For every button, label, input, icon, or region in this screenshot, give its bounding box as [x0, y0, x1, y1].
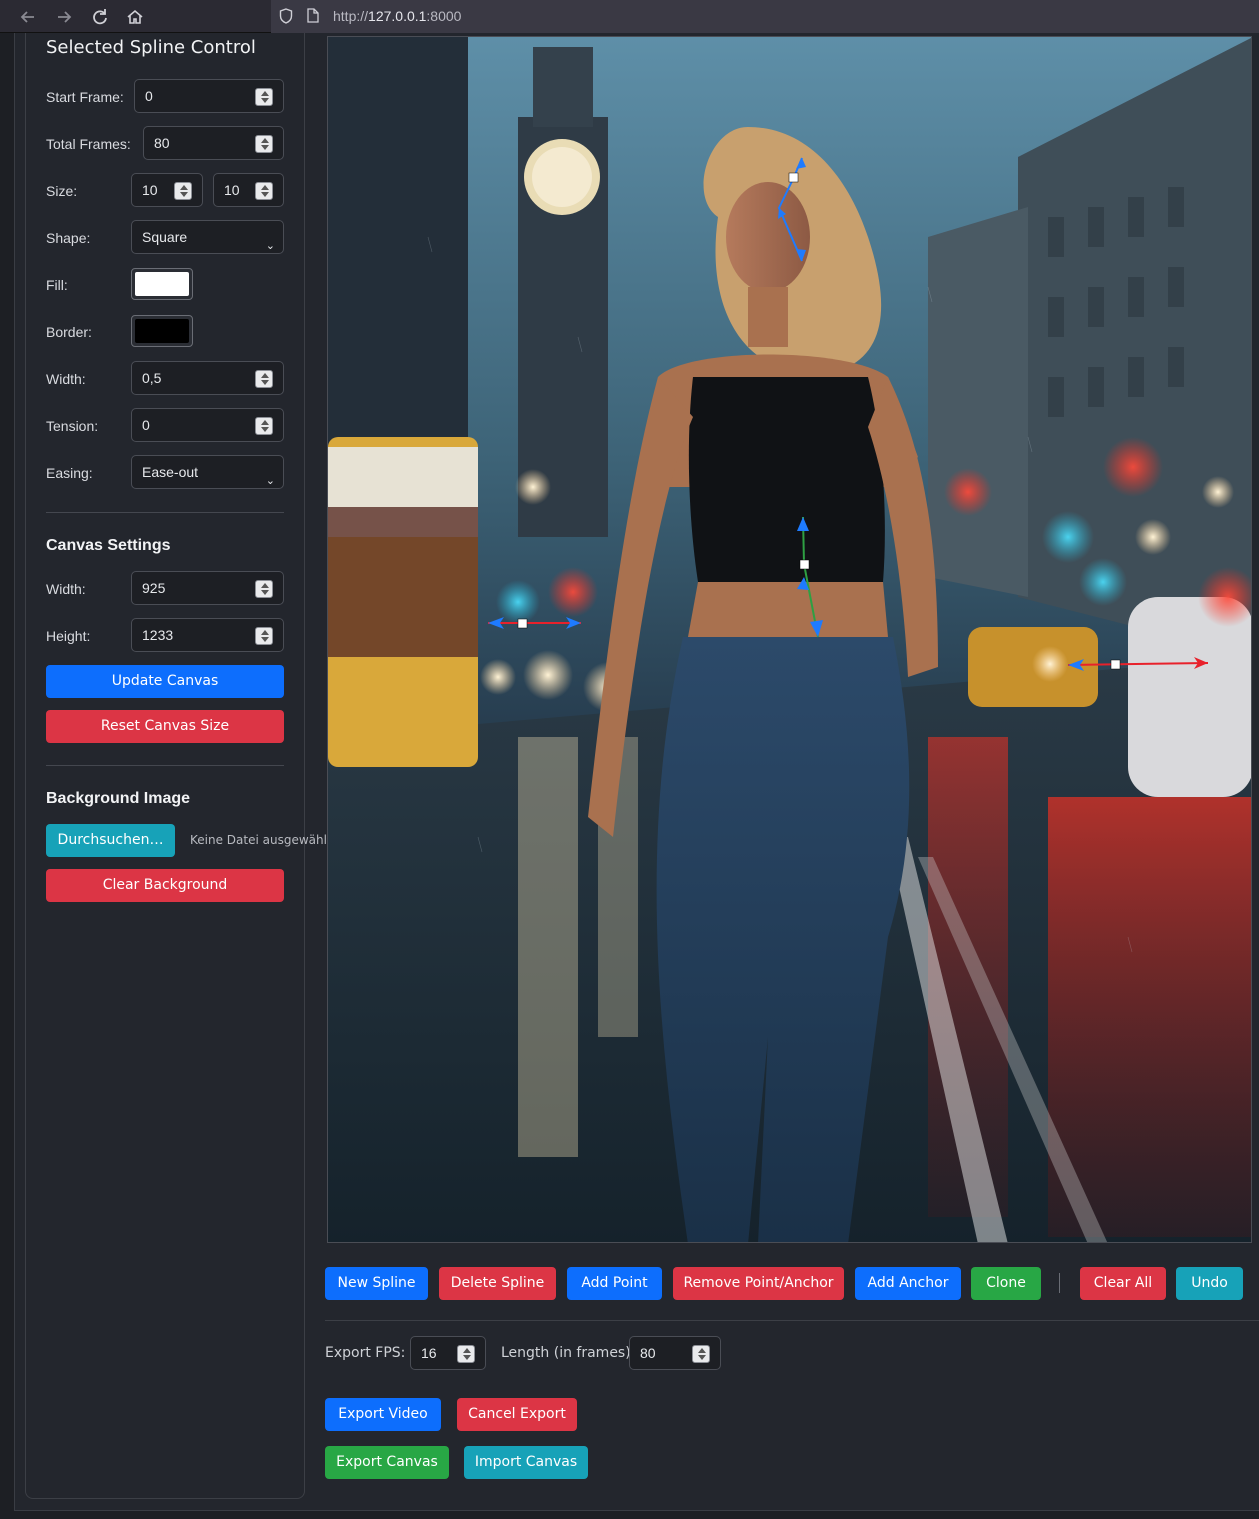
add-anchor-button[interactable]: Add Anchor: [855, 1267, 961, 1300]
back-arrow-icon[interactable]: [17, 6, 39, 28]
chevron-down-icon: ⌄: [265, 240, 275, 252]
export-length-label: Length (in frames):: [501, 1345, 636, 1361]
update-canvas-button[interactable]: Update Canvas: [46, 665, 284, 698]
fill-color-picker[interactable]: [131, 268, 193, 300]
section-divider: [46, 512, 284, 513]
section-divider: [46, 765, 284, 766]
border-color-swatch: [135, 319, 189, 343]
size-label: Size:: [46, 183, 78, 199]
spinner-icon[interactable]: [255, 182, 273, 200]
spline-control-title: Selected Spline Control: [46, 37, 256, 58]
spinner-icon[interactable]: [174, 182, 192, 200]
start-frame-input[interactable]: 0: [134, 79, 284, 113]
clear-all-button[interactable]: Clear All: [1080, 1267, 1166, 1300]
spinner-icon[interactable]: [457, 1345, 475, 1363]
home-icon[interactable]: [124, 6, 146, 28]
browser-toolbar: http://127.0.0.1:8000: [0, 0, 1259, 33]
easing-label: Easing:: [46, 465, 93, 481]
browse-file-button[interactable]: Durchsuchen…: [46, 824, 175, 857]
shape-label: Shape:: [46, 230, 91, 246]
export-fps-input[interactable]: 16: [410, 1336, 486, 1370]
new-spline-button[interactable]: New Spline: [325, 1267, 428, 1300]
spinner-icon[interactable]: [692, 1345, 710, 1363]
width-label: Width:: [46, 371, 86, 387]
spinner-icon[interactable]: [255, 417, 273, 435]
file-status-text: Keine Datei ausgewählt.: [190, 833, 336, 847]
shield-icon: [279, 8, 293, 24]
canvas-height-input[interactable]: 1233: [131, 618, 284, 652]
tension-input[interactable]: 0: [131, 408, 284, 442]
reload-icon[interactable]: [89, 6, 111, 28]
spinner-icon[interactable]: [255, 627, 273, 645]
border-color-picker[interactable]: [131, 315, 193, 347]
remove-point-anchor-button[interactable]: Remove Point/Anchor: [673, 1267, 844, 1300]
total-frames-input[interactable]: 80: [143, 126, 284, 160]
export-canvas-button[interactable]: Export Canvas: [325, 1446, 449, 1479]
total-frames-label: Total Frames:: [46, 136, 131, 152]
url-text: http://127.0.0.1:8000: [333, 8, 462, 24]
cancel-export-button[interactable]: Cancel Export: [457, 1398, 577, 1431]
url-bar[interactable]: http://127.0.0.1:8000: [271, 0, 1259, 33]
spinner-icon[interactable]: [255, 370, 273, 388]
canvas-width-input[interactable]: 925: [131, 571, 284, 605]
toolbar-separator: [1059, 1273, 1060, 1293]
canvas-height-label: Height:: [46, 628, 91, 644]
easing-select[interactable]: Ease-out ⌄: [131, 455, 284, 489]
spinner-icon[interactable]: [255, 135, 273, 153]
forward-arrow-icon[interactable]: [53, 6, 75, 28]
export-length-input[interactable]: 80: [629, 1336, 721, 1370]
export-fps-label: Export FPS:: [325, 1345, 406, 1361]
clone-button[interactable]: Clone: [971, 1267, 1041, 1300]
shape-select[interactable]: Square ⌄: [131, 220, 284, 254]
canvas-settings-title: Canvas Settings: [46, 537, 171, 554]
fill-label: Fill:: [46, 277, 68, 293]
export-video-button[interactable]: Export Video: [325, 1398, 441, 1431]
page-icon: [307, 8, 319, 23]
spinner-icon[interactable]: [255, 88, 273, 106]
clear-background-button[interactable]: Clear Background: [46, 869, 284, 902]
chevron-down-icon: ⌄: [265, 475, 275, 487]
reset-canvas-size-button[interactable]: Reset Canvas Size: [46, 710, 284, 743]
add-point-button[interactable]: Add Point: [567, 1267, 662, 1300]
tension-label: Tension:: [46, 418, 99, 434]
border-label: Border:: [46, 324, 92, 340]
background-image-title: Background Image: [46, 790, 191, 807]
canvas-width-label: Width:: [46, 581, 86, 597]
stroke-width-input[interactable]: 0,5: [131, 361, 284, 395]
fill-color-swatch: [135, 272, 189, 296]
import-canvas-button[interactable]: Import Canvas: [464, 1446, 588, 1479]
size-height-input[interactable]: 10: [213, 173, 284, 207]
size-width-input[interactable]: 10: [131, 173, 203, 207]
delete-spline-button[interactable]: Delete Spline: [439, 1267, 556, 1300]
spline-canvas[interactable]: [327, 36, 1252, 1243]
spinner-icon[interactable]: [255, 580, 273, 598]
start-frame-label: Start Frame:: [46, 89, 124, 105]
undo-button[interactable]: Undo: [1176, 1267, 1243, 1300]
section-divider: [325, 1320, 1259, 1321]
